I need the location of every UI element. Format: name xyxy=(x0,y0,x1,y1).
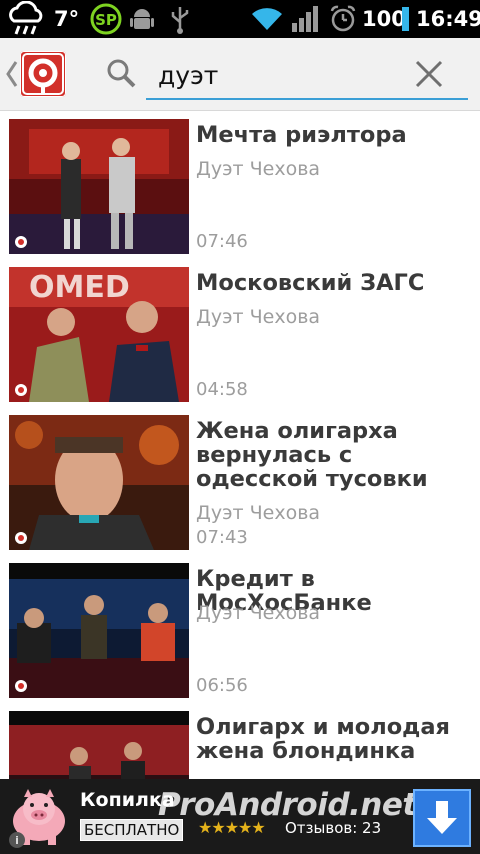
video-list-item[interactable]: Кредит в МосХосБанке Дуэт Чехова 06:56 xyxy=(0,555,480,703)
wifi-icon xyxy=(250,0,284,38)
video-thumbnail[interactable] xyxy=(9,563,189,698)
video-thumbnail[interactable] xyxy=(9,711,189,779)
video-title: Мечта риэлтора xyxy=(196,122,407,148)
video-duration: 07:43 xyxy=(196,527,248,548)
video-results-list[interactable]: Мечта риэлтора Дуэт Чехова 07:46 OMED Мо… xyxy=(0,111,480,779)
info-icon[interactable]: i xyxy=(8,831,26,849)
video-title: Жена олигарха вернулась с одесской тусов… xyxy=(196,418,428,492)
video-author: Дуэт Чехова xyxy=(196,502,321,524)
ad-banner[interactable]: i Копилка БЕСПЛАТНО ★★★★★ Отзывов: 23 Pr… xyxy=(0,779,480,854)
video-author: Дуэт Чехова xyxy=(196,602,321,624)
app-logo-icon[interactable] xyxy=(20,51,66,97)
video-list-item[interactable]: Олигарх и молодая жена блондинка xyxy=(0,703,480,779)
svg-text:OMED: OMED xyxy=(29,270,130,305)
status-bar: 7° SP 100 16:49 xyxy=(0,0,480,38)
battery-icon xyxy=(402,0,410,38)
usb-icon xyxy=(170,0,190,38)
clock-text: 16:49 xyxy=(416,7,480,31)
watermark-text: ProAndroid.net xyxy=(158,787,417,823)
video-thumbnail[interactable] xyxy=(9,415,189,550)
back-chevron-icon[interactable] xyxy=(5,58,19,90)
video-thumbnail[interactable]: OMED xyxy=(9,267,189,402)
signal-strength-icon xyxy=(291,0,319,38)
video-list-item[interactable]: OMED Московский ЗАГС Дуэт Чехова 04:58 xyxy=(0,259,480,407)
video-list-item[interactable]: Жена олигарха вернулась с одесской тусов… xyxy=(0,407,480,555)
video-duration: 06:56 xyxy=(196,675,248,696)
video-duration: 04:58 xyxy=(196,379,248,400)
video-list-item[interactable]: Мечта риэлтора Дуэт Чехова 07:46 xyxy=(0,111,480,259)
svg-text:SP: SP xyxy=(95,11,117,29)
video-title: Олигарх и молодая жена блондинка xyxy=(196,714,450,764)
weather-rain-icon xyxy=(4,0,50,38)
alarm-clock-icon xyxy=(330,0,356,38)
download-button[interactable] xyxy=(413,789,471,847)
search-action-bar xyxy=(0,38,480,111)
video-thumbnail[interactable] xyxy=(9,119,189,254)
android-debug-icon xyxy=(130,0,154,38)
video-duration: 07:46 xyxy=(196,231,248,252)
battery-percent-text: 100 xyxy=(362,7,406,31)
video-author: Дуэт Чехова xyxy=(196,158,321,180)
temperature-text: 7° xyxy=(54,7,80,31)
svg-text:i: i xyxy=(15,834,19,847)
download-arrow-icon xyxy=(427,801,457,834)
sync-app-icon: SP xyxy=(89,0,123,38)
video-title: Московский ЗАГС xyxy=(196,270,425,296)
clear-search-icon[interactable] xyxy=(414,59,444,89)
video-author: Дуэт Чехова xyxy=(196,306,321,328)
search-icon xyxy=(106,58,136,88)
